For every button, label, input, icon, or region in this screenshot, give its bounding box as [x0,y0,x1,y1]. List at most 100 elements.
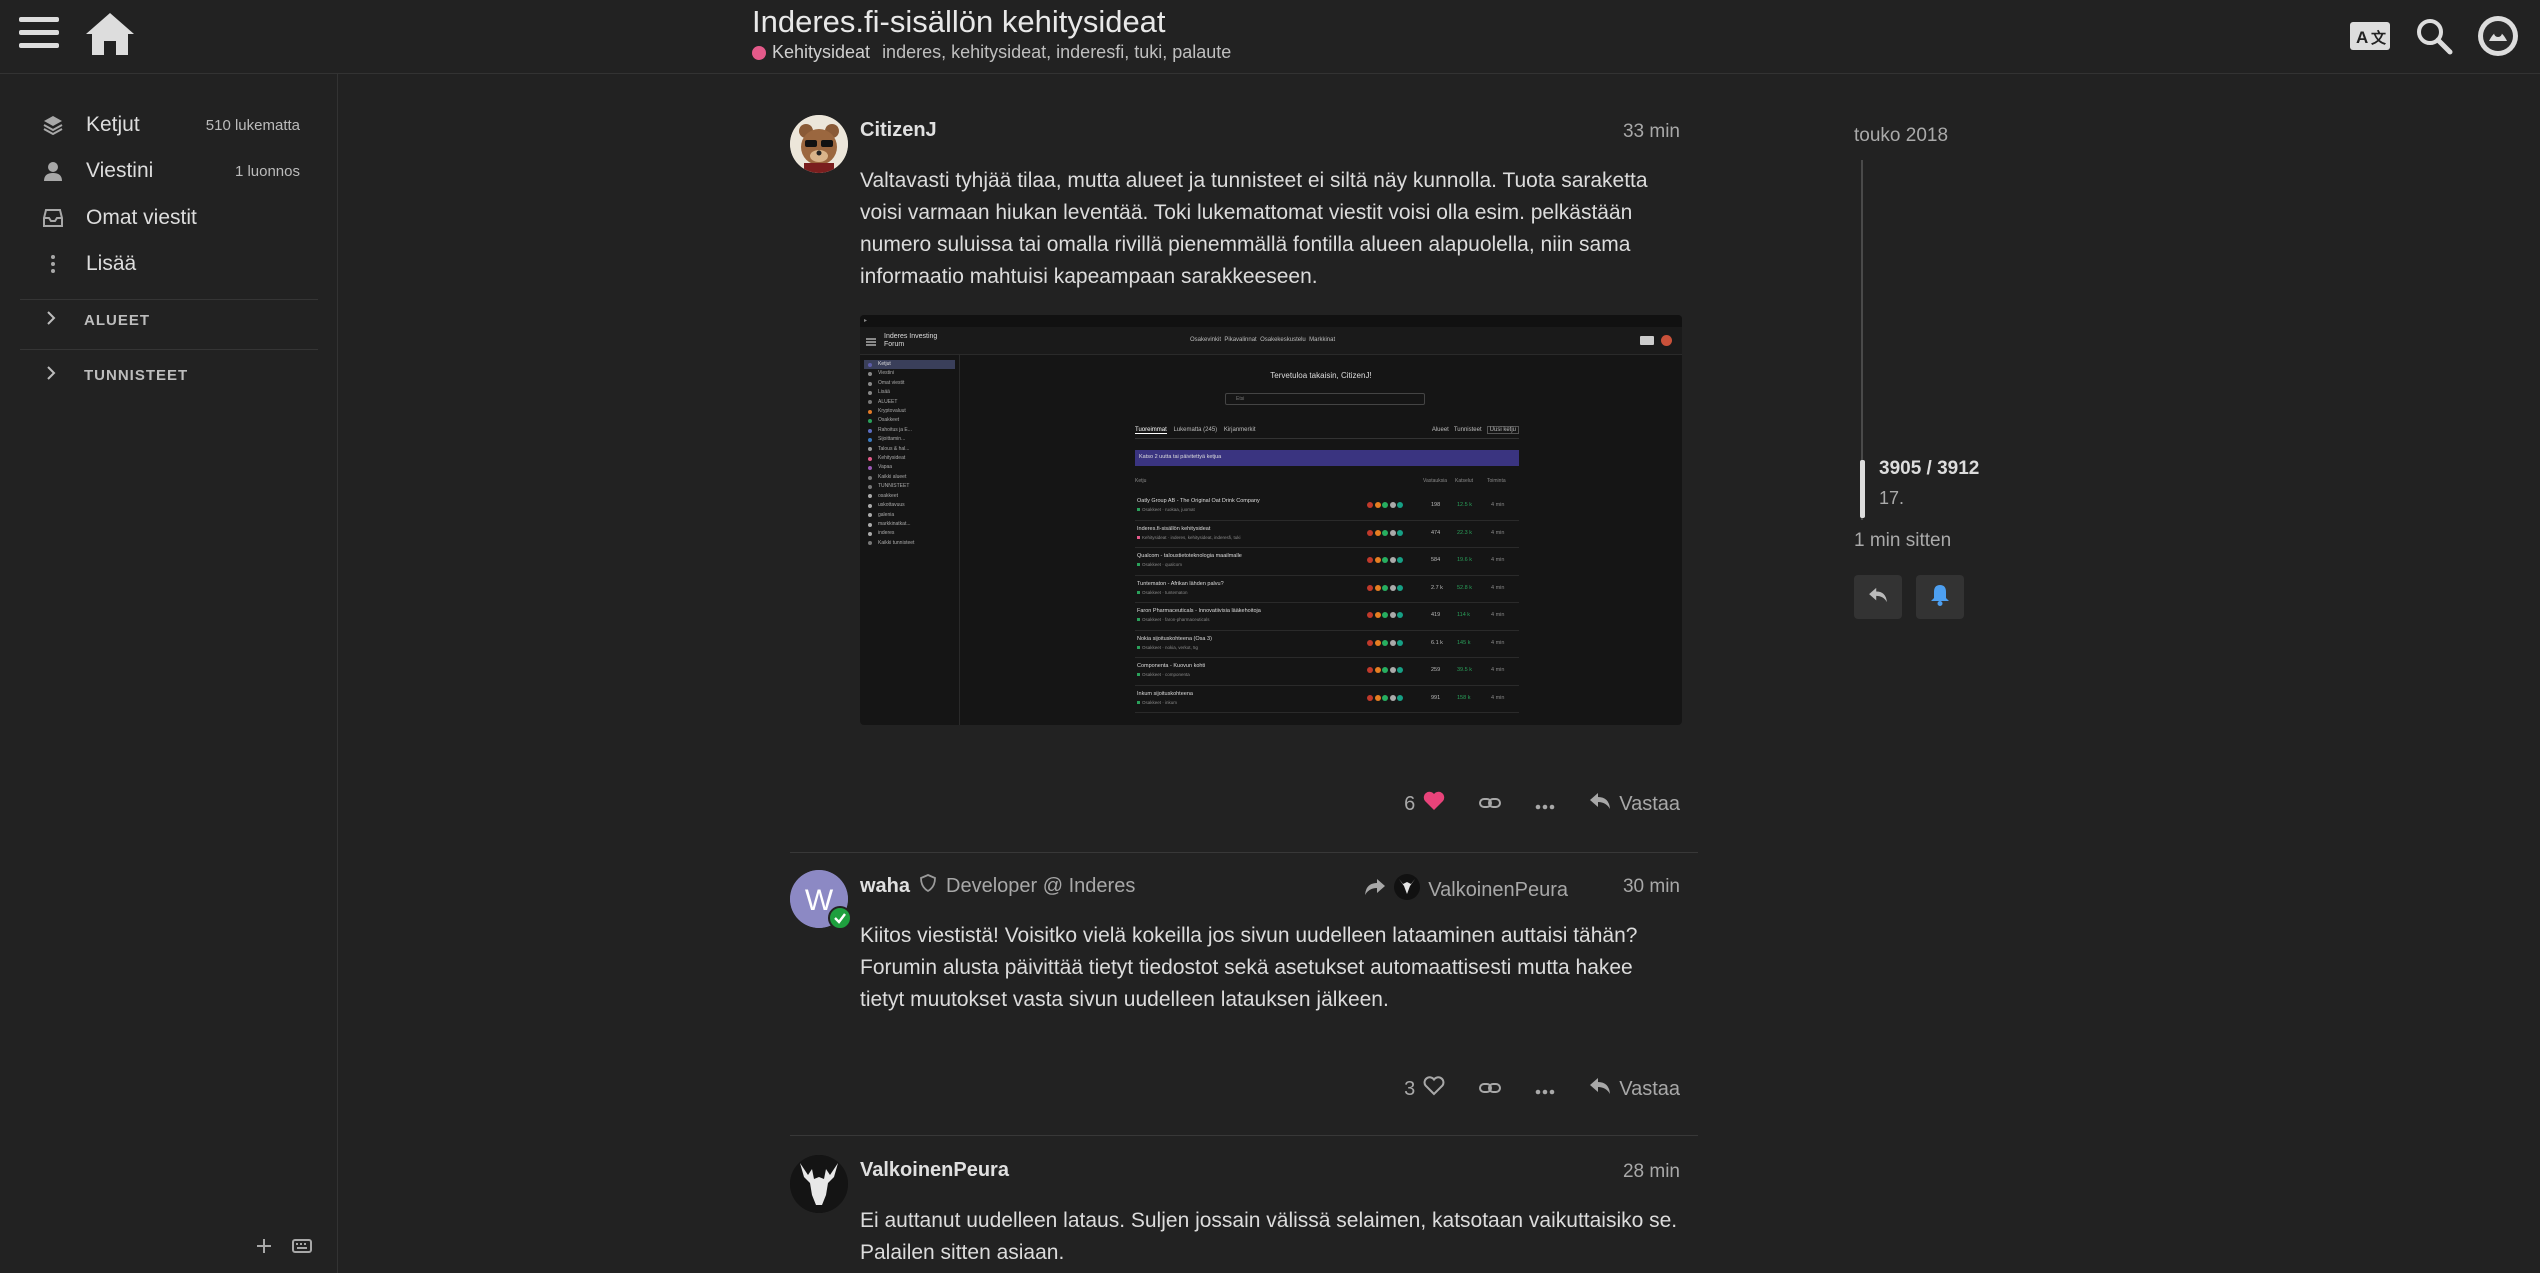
plus-icon[interactable] [256,1238,272,1259]
post: W waha Developer @ Inderes ValkoinenPeur… [790,870,1698,1120]
hamburger-menu-icon[interactable] [19,17,59,53]
chevron-right-icon [46,311,60,329]
embedded-sidebar-label: Vapaa [878,464,893,471]
copy-link-button[interactable] [1479,793,1502,816]
embedded-banner: Katso 2 uutta tai päivitettyä ketjua [1135,450,1519,466]
post-time[interactable]: 28 min [1623,1161,1680,1183]
like-button[interactable]: 3 [1404,1076,1445,1102]
notification-bell-button[interactable] [1916,575,1964,619]
item-dot-icon [868,494,872,499]
timeline-start-date[interactable]: touko 2018 [1854,125,1948,147]
item-dot-icon [868,466,872,471]
sidebar-item-lisaa[interactable]: Lisää [40,244,300,284]
embedded-topic-title: Nokia sijoituskohteena (Osa 3) [1137,635,1212,642]
embedded-replies: 991 [1431,694,1441,701]
sidebar-item-label: Omat viestit [86,206,197,229]
timeline-last-activity[interactable]: 1 min sitten [1854,530,1951,552]
sidebar-item-ketjut[interactable]: Ketjut 510 lukematta [40,105,300,145]
embedded-views: 145 k [1457,639,1471,646]
embedded-topic-title: Inderes.fi-sisällön kehitysideat [1137,525,1211,532]
embedded-posters [1367,612,1405,620]
embedded-topic-row: Componenta - Kuovun kohti Osakkeet · comp… [1135,658,1519,686]
item-dot-icon [868,475,872,480]
topic-title[interactable]: Inderes.fi-sisällön kehitysideat [752,4,1166,40]
reply-button[interactable]: Vastaa [1589,1077,1680,1101]
more-actions-button[interactable] [1535,1078,1555,1101]
item-dot-icon [868,400,872,405]
embedded-sidebar-item: Kaikki alueet [864,473,955,482]
post-body: Ei auttanut uudelleen lataus. Suljen jos… [860,1209,1678,1264]
embedded-topic-category: Kehitysideat · inderes, kehitysideat, in… [1137,535,1241,540]
sidebar-item-omat-viestit[interactable]: Omat viestit [40,198,300,238]
search-icon[interactable] [2412,14,2456,58]
embedded-views: 158 k [1457,694,1471,701]
embedded-sidebar-item: Talous & hal... [864,445,955,454]
embedded-topic-list: Oatly Group AB - The Original Oat Drink … [1135,493,1519,713]
embedded-views: 52.8 k [1457,584,1472,591]
embedded-replies: 2.7 k [1431,584,1443,591]
post-author[interactable]: ValkoinenPeura [860,1159,1009,1182]
embedded-sidebar-label: Rahoitus ja E... [878,426,912,433]
home-icon[interactable] [84,10,136,58]
item-dot-icon [868,372,872,377]
embedded-sidebar-label: Sijoittamin... [878,436,906,443]
avatar[interactable] [790,1155,848,1213]
topic-tags[interactable]: inderes, kehitysideat, inderesfi, tuki, … [882,42,1231,63]
reply-button[interactable]: Vastaa [1589,792,1680,816]
embedded-topic-category: Osakkeet · ruokaa, juomat [1137,507,1195,512]
section-label: TUNNISTEET [84,366,189,384]
divider [20,299,318,300]
heart-filled-icon [1423,791,1445,817]
embedded-sidebar-item: Rahoitus ja E... [864,426,955,435]
item-dot-icon [868,447,872,452]
chevron-right-icon [46,366,60,384]
svg-text:A: A [2356,28,2368,47]
timeline-scroll-handle[interactable] [1860,460,1865,518]
copy-link-button[interactable] [1479,1078,1502,1101]
post-author[interactable]: CitizenJ [860,119,937,142]
embedded-sidebar-item: Omat viestit [864,379,955,388]
sidebar-section-tunnisteet[interactable]: TUNNISTEET [46,360,188,390]
like-button[interactable]: 6 [1404,791,1445,817]
item-dot-icon [868,484,872,489]
post-time[interactable]: 30 min [1623,876,1680,898]
timeline-reply-button[interactable] [1854,575,1902,619]
layers-icon [40,112,66,138]
embedded-sidebar-label: inderes [878,530,895,537]
embedded-replies: 584 [1431,557,1441,563]
post-time[interactable]: 33 min [1623,121,1680,143]
embedded-replies: 259 [1431,667,1441,673]
user-avatar-icon[interactable] [2476,14,2520,58]
category-link[interactable]: Kehitysideat [752,42,870,63]
embedded-posters [1367,502,1405,510]
embedded-sidebar-item: ALUEET [864,398,955,407]
embedded-welcome: Tervetuloa takaisin, CitizenJ! [1270,371,1372,380]
embedded-sidebar-item: uskottavuus [864,501,955,510]
reply-icon [1868,587,1888,608]
keyboard-icon[interactable] [292,1239,312,1258]
avatar[interactable] [790,115,848,173]
embedded-posters [1367,557,1405,565]
embedded-views: 114 k [1457,612,1471,618]
embedded-sidebar-item: TUNNISTEET [864,482,955,491]
embedded-sidebar-item: Kaikki tunnisteet [864,539,955,548]
link-icon [1479,1078,1502,1101]
post-author[interactable]: waha [860,875,910,898]
reply-to-tab[interactable]: ValkoinenPeura [1364,874,1568,906]
embedded-topic-title: Inkum sijoituskohteena [1137,690,1193,697]
embedded-views: 22.3 k [1457,529,1472,536]
share-arrow-icon [1364,878,1386,902]
embedded-col-headers: Ketju Vastauksia Katselut Toiminta [1135,478,1506,484]
more-actions-button[interactable] [1535,793,1555,816]
shield-icon [920,874,936,898]
translate-icon[interactable]: A文 [2348,14,2392,58]
embedded-sidebar-item: galenia [864,511,955,520]
sidebar-item-viestini[interactable]: Viestini 1 luonnos [40,151,300,191]
user-avatar-icon [1661,335,1672,346]
embedded-topic-row: Oatly Group AB - The Original Oat Drink … [1135,493,1519,521]
item-dot-icon [868,428,872,433]
sidebar-section-alueet[interactable]: ALUEET [46,305,150,335]
hamburger-menu-icon [866,334,876,346]
post-image[interactable]: ▸ Inderes Investing Forum Osakevinkit Pi… [860,315,1682,725]
category-label: Kehitysideat [772,42,871,62]
